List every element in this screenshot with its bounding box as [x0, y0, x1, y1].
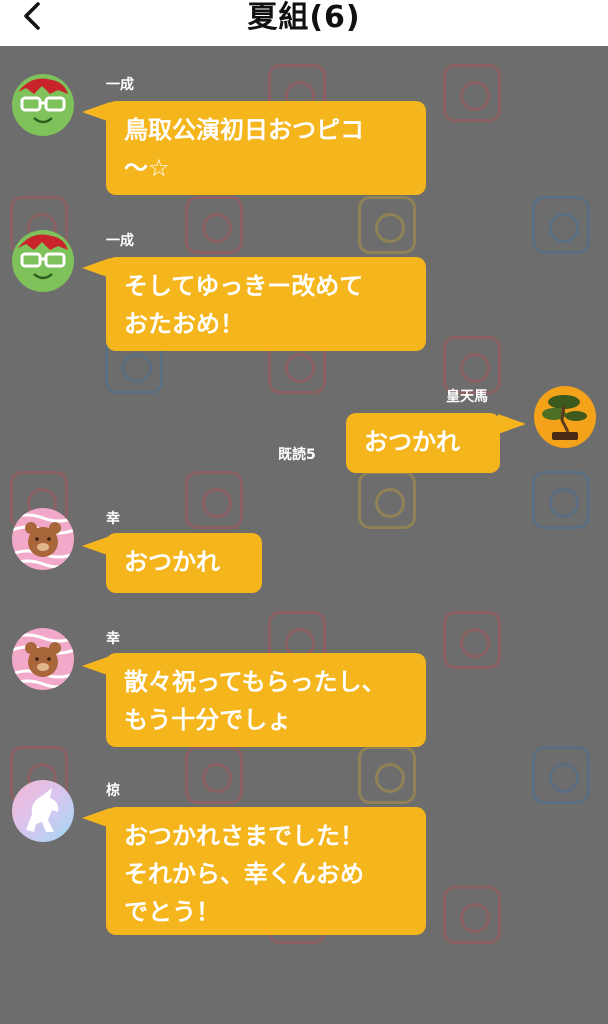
message-bubble[interactable]: 散々祝ってもらったし、 もう十分でしょ [106, 653, 426, 747]
chat-area[interactable]: 一成 鳥取公演初日おつピコ 〜☆ 一成 そしてゆっきー改めて おたおめ！ 皇天馬… [0, 46, 608, 1024]
bonsai-avatar[interactable] [534, 386, 596, 448]
sender-name: 幸 [106, 631, 120, 647]
sender-name: 一成 [106, 233, 134, 249]
sender-name: 椋 [106, 783, 120, 799]
sender-name: 幸 [106, 511, 120, 527]
message-bubble[interactable]: 鳥取公演初日おつピコ 〜☆ [106, 101, 426, 195]
message-bubble[interactable]: おつかれさまでした！ それから、幸くんおめ でとう！ [106, 807, 426, 935]
sender-name: 皇天馬 [446, 389, 488, 405]
message-bubble[interactable]: そしてゆっきー改めて おたおめ！ [106, 257, 426, 351]
green-glasses-avatar[interactable] [12, 74, 74, 136]
unicorn-avatar[interactable] [12, 780, 74, 842]
bear-avatar[interactable] [12, 628, 74, 690]
header-bar: 夏組(6) [0, 0, 608, 46]
sender-name: 一成 [106, 77, 134, 93]
message-bubble[interactable]: おつかれ [106, 533, 262, 593]
green-glasses-avatar[interactable] [12, 230, 74, 292]
chat-title: 夏組(6) [247, 0, 361, 35]
bubble-tail [498, 414, 526, 434]
bear-avatar[interactable] [12, 508, 74, 570]
read-receipt: 既読5 [278, 447, 316, 463]
message-bubble[interactable]: おつかれ [346, 413, 500, 473]
